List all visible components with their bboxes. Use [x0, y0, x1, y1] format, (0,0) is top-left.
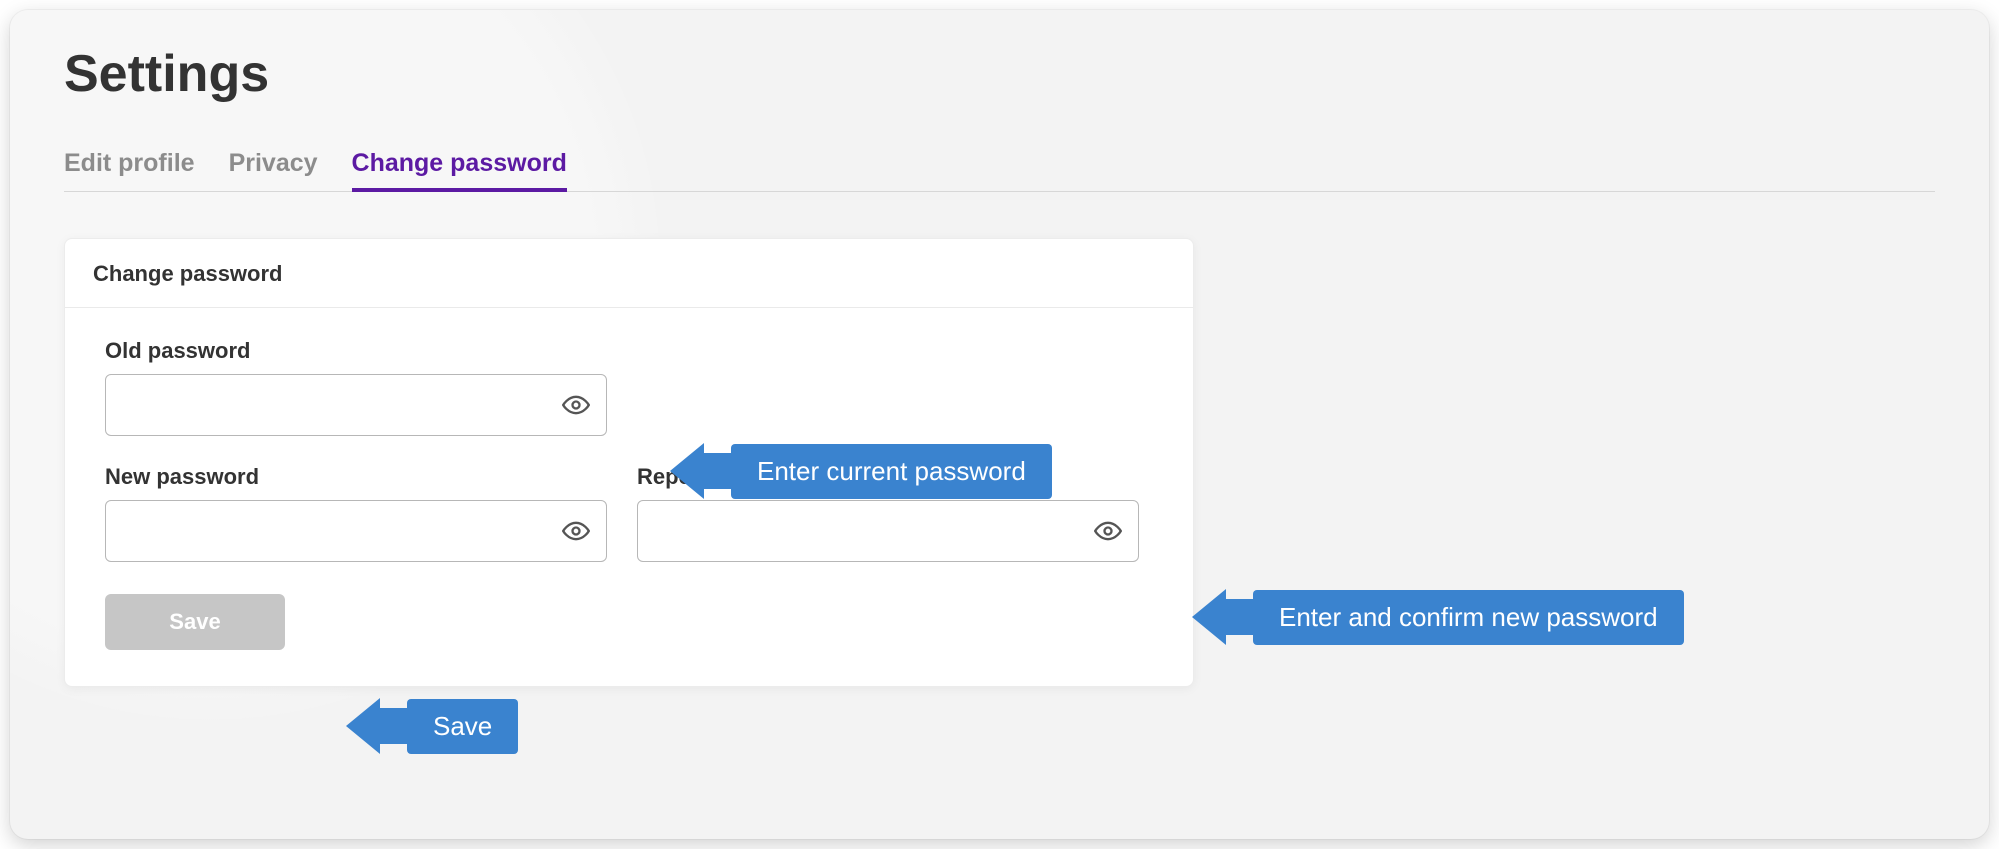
callout-text: Enter current password — [731, 444, 1052, 499]
field-new-password: New password — [105, 464, 607, 562]
old-password-input[interactable] — [106, 375, 606, 435]
repeat-password-input[interactable] — [638, 501, 1138, 561]
arrow-stem — [704, 453, 732, 489]
field-old-password: Old password — [105, 338, 607, 436]
new-password-input-wrap — [105, 500, 607, 562]
settings-page: Settings Edit profile Privacy Change pas… — [10, 10, 1989, 839]
new-password-input[interactable] — [106, 501, 606, 561]
eye-icon[interactable] — [1092, 515, 1124, 547]
eye-icon[interactable] — [560, 515, 592, 547]
page-title: Settings — [64, 44, 1935, 104]
arrow-stem — [380, 708, 408, 744]
callout-text: Save — [407, 699, 518, 754]
old-password-label: Old password — [105, 338, 607, 364]
arrow-stem — [1226, 599, 1254, 635]
save-button[interactable]: Save — [105, 594, 285, 650]
callout-save: Save — [346, 698, 518, 754]
arrow-left-icon — [670, 443, 704, 499]
card-title: Change password — [65, 239, 1193, 308]
settings-tabs: Edit profile Privacy Change password — [64, 148, 1935, 192]
tab-change-password[interactable]: Change password — [352, 148, 567, 192]
arrow-left-icon — [346, 698, 380, 754]
old-password-input-wrap — [105, 374, 607, 436]
tab-edit-profile[interactable]: Edit profile — [64, 148, 195, 191]
arrow-left-icon — [1192, 589, 1226, 645]
callout-current-password: Enter current password — [670, 443, 1052, 499]
eye-icon[interactable] — [560, 389, 592, 421]
tab-privacy[interactable]: Privacy — [229, 148, 318, 191]
new-password-label: New password — [105, 464, 607, 490]
repeat-password-input-wrap — [637, 500, 1139, 562]
callout-text: Enter and confirm new password — [1253, 590, 1684, 645]
row-old-password: Old password — [105, 338, 1153, 436]
callout-new-password: Enter and confirm new password — [1192, 589, 1684, 645]
